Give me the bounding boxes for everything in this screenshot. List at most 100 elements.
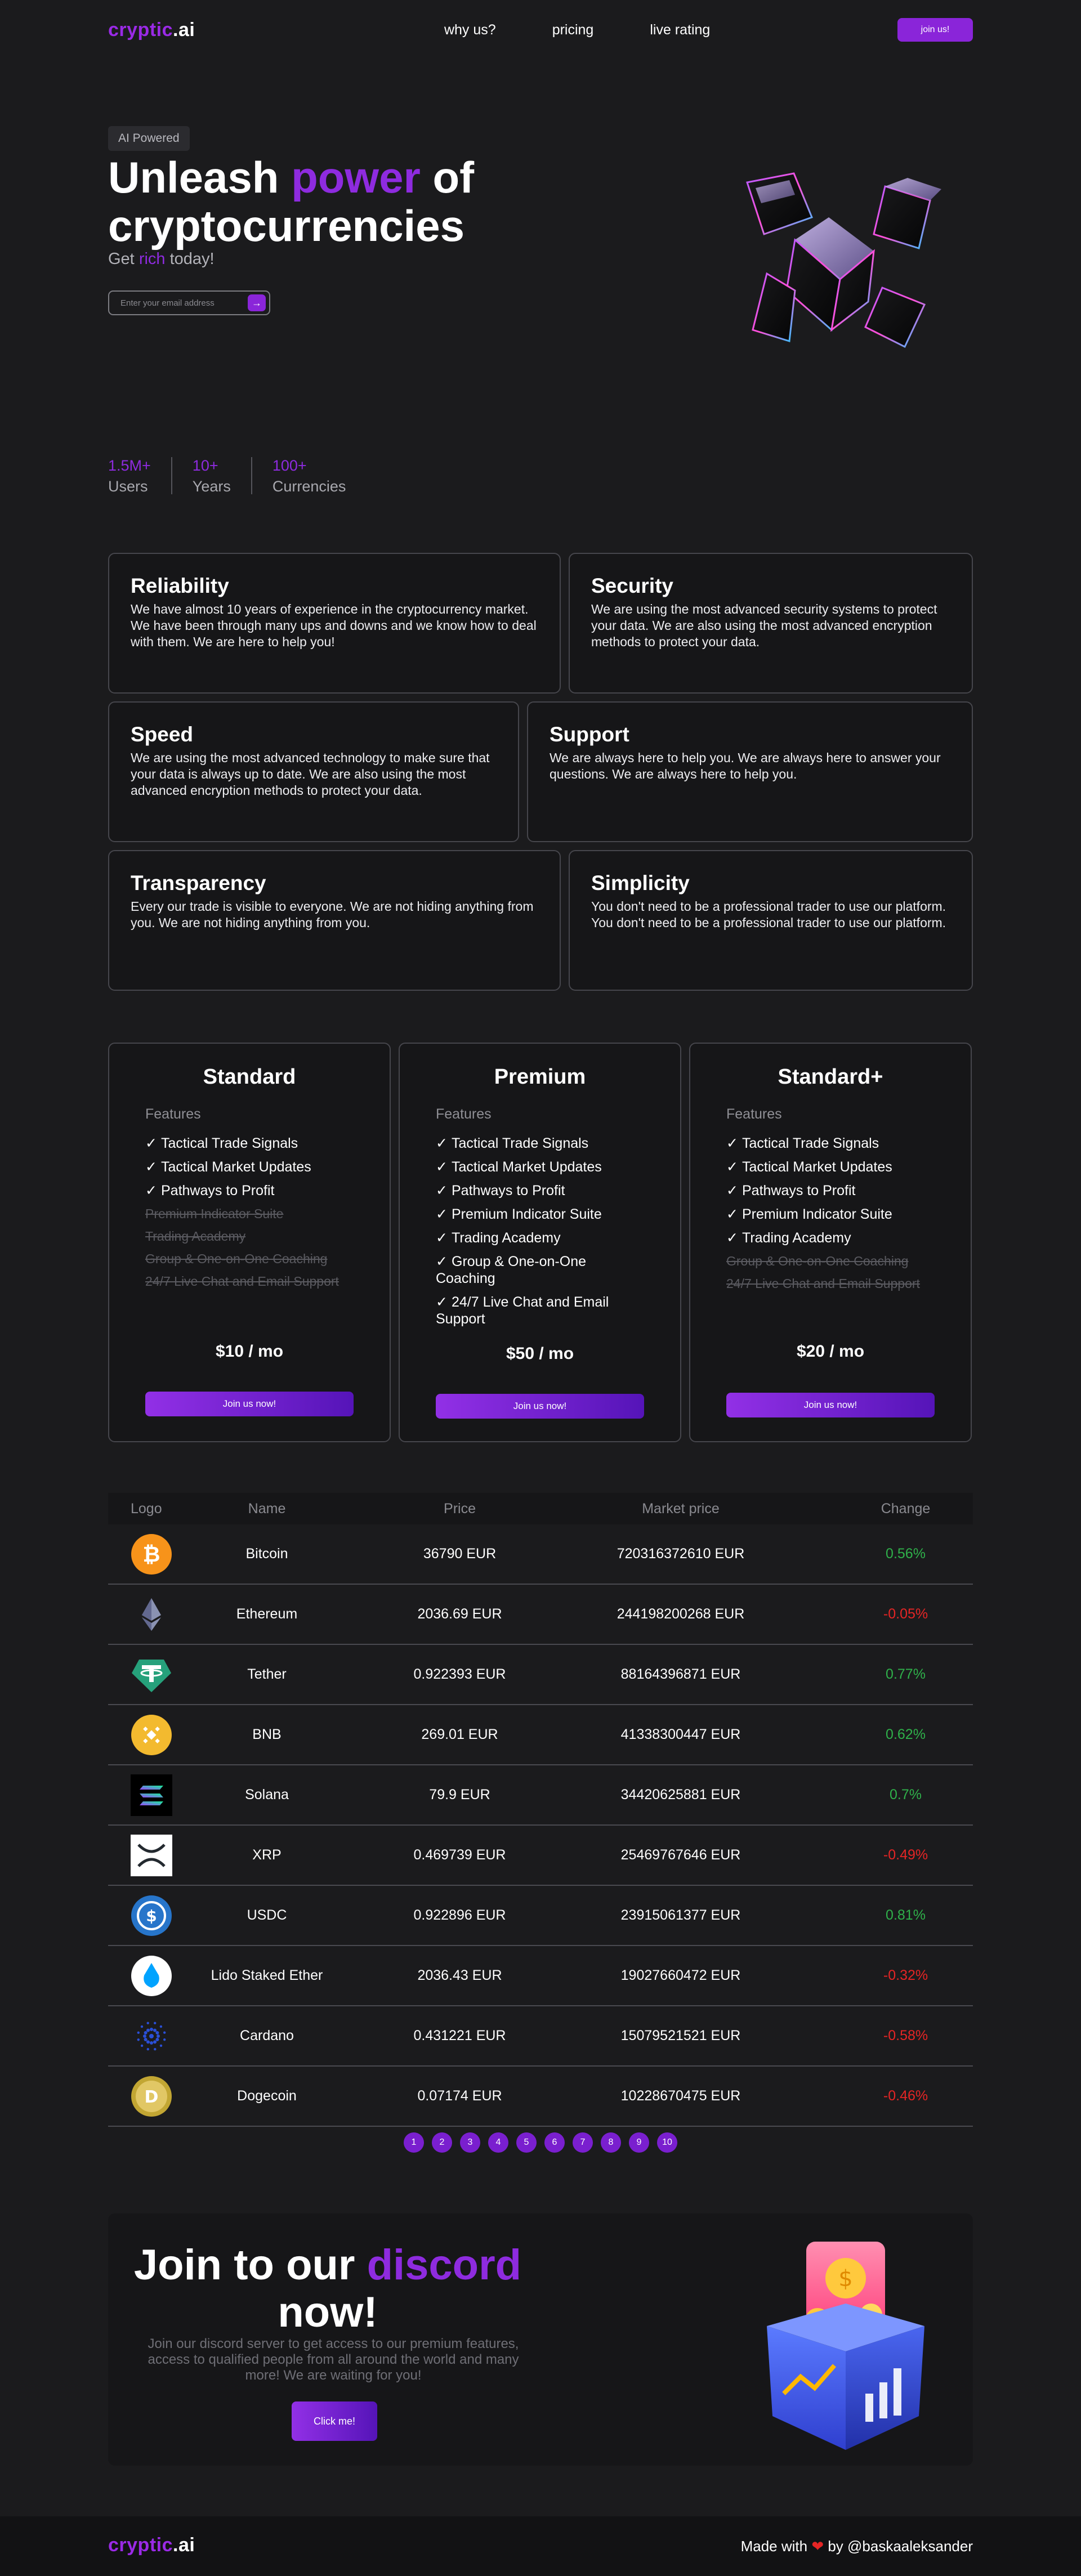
pricing-card-premium: Premium Features ✓ Tactical Trade Signals ✓ T… bbox=[399, 1043, 681, 1442]
page-button-5[interactable]: 5 bbox=[516, 2132, 537, 2153]
plan-feature-included: ✓ Tactical Market Updates bbox=[145, 1159, 354, 1175]
table-row[interactable]: Ethereum 2036.69 EUR 244198200268 EUR -0.05… bbox=[108, 1585, 973, 1645]
floating-cubes-illustration bbox=[746, 172, 941, 348]
plan-feature-included: ✓ Pathways to Profit bbox=[145, 1182, 354, 1199]
xrp-icon bbox=[131, 1834, 172, 1876]
nav-link-live-rating[interactable]: live rating bbox=[650, 22, 710, 38]
features-label: Features bbox=[145, 1106, 201, 1122]
check-icon: ✓ bbox=[726, 1183, 738, 1198]
feature-item-text: Group & One-on-One Coaching bbox=[436, 1254, 587, 1286]
plan-feature-included: ✓ Tactical Market Updates bbox=[436, 1159, 644, 1175]
feature-title: Security bbox=[591, 574, 674, 597]
feature-item-text: Tactical Trade Signals bbox=[161, 1135, 298, 1151]
coin-logo: ₿ bbox=[108, 1533, 194, 1575]
coin-logo bbox=[108, 1654, 194, 1696]
page-button-3[interactable]: 3 bbox=[460, 2132, 480, 2153]
feature-card-transparency: Transparency Every our trade is visible … bbox=[108, 850, 561, 991]
table-row[interactable]: Lido Staked Ether 2036.43 EUR 19027660472 … bbox=[108, 1946, 973, 2006]
table-row[interactable]: Solana 79.9 EUR 34420625881 EUR 0.7% bbox=[108, 1765, 973, 1826]
stat-users: 1.5M+ Users bbox=[108, 457, 172, 495]
plan-join-button[interactable]: Join us now! bbox=[145, 1392, 354, 1416]
footer-logo-part2: .ai bbox=[173, 2534, 195, 2556]
coin-price: 0.922896 EUR bbox=[413, 1907, 506, 1923]
page-button-4[interactable]: 4 bbox=[488, 2132, 508, 2153]
plan-price: $50 / mo bbox=[506, 1344, 574, 1363]
page-button-7[interactable]: 7 bbox=[573, 2132, 593, 2153]
check-icon: ✓ bbox=[726, 1206, 738, 1222]
coin-price: 2036.43 EUR bbox=[417, 1967, 502, 1983]
subtitle-accent: rich bbox=[139, 250, 166, 268]
logo[interactable]: cryptic.ai bbox=[108, 19, 195, 41]
header-logo: Logo bbox=[131, 1500, 162, 1517]
email-submit-button[interactable]: → bbox=[248, 294, 266, 311]
plan-feature-list: ✓ Tactical Trade Signals ✓ Tactical Market … bbox=[726, 1135, 935, 1291]
feature-text: We have almost 10 years of experience in… bbox=[131, 602, 537, 649]
top-nav: cryptic.ai why us? pricing live rating j… bbox=[108, 0, 973, 60]
coin-name: Dogecoin bbox=[237, 2088, 297, 2104]
table-row[interactable]: $ USDC 0.922896 EUR 23915061377 EUR 0.81% bbox=[108, 1886, 973, 1946]
subtitle-post: today! bbox=[165, 250, 215, 268]
feature-card-reliability: Reliability We have almost 10 years of e… bbox=[108, 553, 561, 694]
coin-name: BNB bbox=[252, 1727, 282, 1742]
join-us-button[interactable]: join us! bbox=[897, 18, 973, 42]
nav-link-why-us[interactable]: why us? bbox=[444, 22, 496, 38]
gift-box-illustration: $ bbox=[767, 2242, 924, 2450]
table-row[interactable]: Cardano 0.431221 EUR 15079521521 EUR -0.58% bbox=[108, 2006, 973, 2067]
page-button-10[interactable]: 10 bbox=[657, 2132, 677, 2153]
coin-change: 0.81% bbox=[886, 1907, 926, 1923]
ethereum-icon bbox=[142, 1598, 161, 1631]
table-row[interactable]: ₿ Bitcoin 36790 EUR 720316372610 EUR 0.56% bbox=[108, 1524, 973, 1585]
author-credit[interactable]: by @baskaaleksander bbox=[828, 2538, 973, 2555]
header-market-price: Market price bbox=[642, 1500, 720, 1517]
made-with-text: Made with bbox=[740, 2538, 808, 2555]
coin-name: Cardano bbox=[240, 2028, 294, 2043]
plan-feature-included: ✓ Group & One-on-One Coaching bbox=[436, 1253, 644, 1287]
stat-value: 10+ bbox=[192, 457, 218, 474]
currency-table: Logo Name Price Market price Change ₿ Bit… bbox=[108, 1493, 973, 2127]
table-row[interactable]: BNB 269.01 EUR 41338300447 EUR 0.62% bbox=[108, 1705, 973, 1765]
check-icon: ✓ bbox=[436, 1294, 448, 1310]
coin-market-price: 41338300447 EUR bbox=[620, 1727, 741, 1742]
coin-change: 0.56% bbox=[886, 1546, 926, 1562]
plan-name: Standard bbox=[203, 1065, 296, 1089]
coin-logo bbox=[108, 1714, 194, 1756]
page-button-8[interactable]: 8 bbox=[601, 2132, 621, 2153]
coin-market-price: 34420625881 EUR bbox=[620, 1787, 741, 1803]
coin-logo: D bbox=[108, 2076, 194, 2117]
feature-card-security: Security We are using the most advanced … bbox=[569, 553, 973, 694]
pricing-section: Standard Features ✓ Tactical Trade Signals ✓… bbox=[108, 1043, 973, 1442]
plan-feature-list: ✓ Tactical Trade Signals ✓ Tactical Market … bbox=[145, 1135, 354, 1289]
feature-item-text: Group & One-on-One Coaching bbox=[726, 1254, 909, 1268]
feature-item-text: Premium Indicator Suite bbox=[742, 1206, 892, 1222]
footer-logo[interactable]: cryptic.ai bbox=[108, 2534, 195, 2556]
page-button-2[interactable]: 2 bbox=[432, 2132, 452, 2153]
page-button-6[interactable]: 6 bbox=[544, 2132, 565, 2153]
page-button-1[interactable]: 1 bbox=[404, 2132, 424, 2153]
check-icon: ✓ bbox=[436, 1135, 448, 1151]
table-row[interactable]: XRP 0.469739 EUR 25469767646 EUR -0.49% bbox=[108, 1826, 973, 1886]
footer-logo-part1: cryptic bbox=[108, 2534, 173, 2556]
discord-click-button[interactable]: Click me! bbox=[292, 2401, 377, 2441]
coin-price: 0.469739 EUR bbox=[413, 1847, 506, 1863]
coin-market-price: 23915061377 EUR bbox=[620, 1907, 741, 1923]
plan-name: Premium bbox=[494, 1065, 586, 1089]
header-change: Change bbox=[881, 1500, 931, 1517]
plan-join-button[interactable]: Join us now! bbox=[726, 1393, 935, 1417]
cube-1 bbox=[746, 172, 813, 235]
page-button-9[interactable]: 9 bbox=[629, 2132, 649, 2153]
feature-text: We are always here to help you. We are a… bbox=[550, 750, 941, 781]
usdc-icon: $ bbox=[131, 1895, 172, 1936]
table-row[interactable]: Tether 0.922393 EUR 88164396871 EUR 0.77% bbox=[108, 1645, 973, 1705]
plan-feature-included: ✓ Pathways to Profit bbox=[726, 1182, 935, 1199]
pagination: 1 2 3 4 5 6 7 8 9 10 bbox=[0, 2132, 1081, 2153]
discord-title: Join to our discord now! bbox=[131, 2242, 525, 2336]
plan-feature-excluded: Group & One-on-One Coaching bbox=[726, 1253, 935, 1269]
plan-join-button[interactable]: Join us now! bbox=[436, 1394, 644, 1419]
nav-link-pricing[interactable]: pricing bbox=[552, 22, 594, 38]
email-input[interactable] bbox=[120, 298, 244, 308]
feature-item-text: Trading Academy bbox=[145, 1229, 246, 1244]
feature-text: We are using the most advanced security … bbox=[591, 602, 937, 649]
cube-3 bbox=[785, 217, 875, 332]
table-row[interactable]: D Dogecoin 0.07174 EUR 10228670475 EUR -0.46… bbox=[108, 2067, 973, 2127]
features-label: Features bbox=[726, 1106, 782, 1122]
